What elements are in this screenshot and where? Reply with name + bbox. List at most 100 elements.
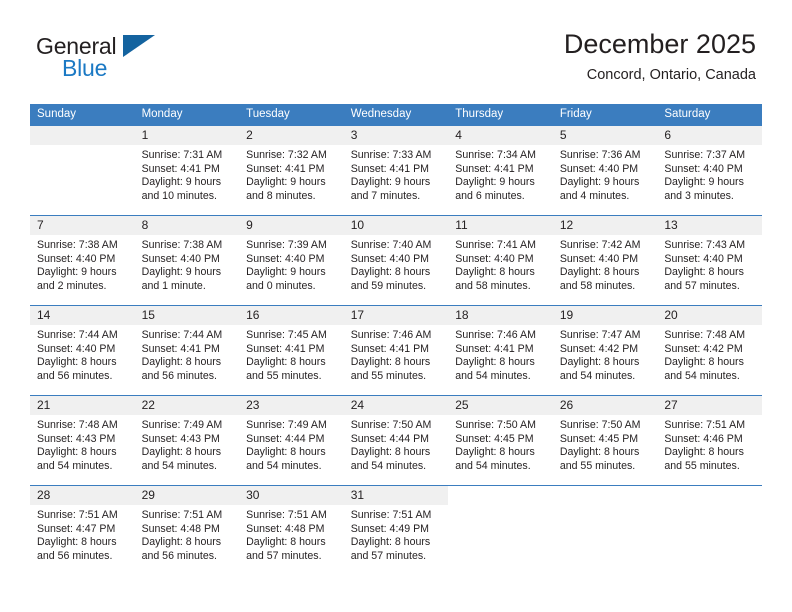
day-detail-line: Sunrise: 7:33 AM xyxy=(350,149,432,161)
page-header: General Blue December 2025 Concord, Onta… xyxy=(0,0,792,100)
calendar-day-cell[interactable]: 11 Sunrise: 7:41 AM Sunset: 4:40 PM Dayligh… xyxy=(448,216,553,305)
calendar-day-cell[interactable]: 16 Sunrise: 7:45 AM Sunset: 4:41 PM Dayligh… xyxy=(239,306,344,395)
calendar-day-cell[interactable]: 1 Sunrise: 7:31 AM Sunset: 4:41 PM Daylight… xyxy=(134,126,240,215)
day-detail-line: Sunset: 4:41 PM xyxy=(246,162,325,175)
calendar-empty-cell xyxy=(30,126,135,215)
day-detail-line: Daylight: 8 hours xyxy=(246,356,326,369)
calendar-day-cell[interactable]: 29 Sunrise: 7:51 AM Sunset: 4:48 PM Dayligh… xyxy=(134,486,240,575)
calendar-day-cell[interactable]: 3 Sunrise: 7:33 AM Sunset: 4:41 PM Daylight… xyxy=(343,126,449,215)
weekday-header-friday: Friday xyxy=(552,104,658,126)
calendar-day-cell[interactable]: 21 Sunrise: 7:48 AM Sunset: 4:43 PM Dayligh… xyxy=(30,396,135,485)
day-detail-line: Sunrise: 7:31 AM xyxy=(141,149,223,161)
calendar-day-cell[interactable]: 8 Sunrise: 7:38 AM Sunset: 4:40 PM Daylight… xyxy=(134,216,240,305)
day-detail-line: Daylight: 8 hours xyxy=(350,446,431,459)
calendar-day-cell[interactable]: 6 Sunrise: 7:37 AM Sunset: 4:40 PM Daylight… xyxy=(657,126,762,215)
calendar-day-cell[interactable]: 22 Sunrise: 7:49 AM Sunset: 4:43 PM Dayligh… xyxy=(134,396,240,485)
day-detail-line: Sunrise: 7:48 AM xyxy=(37,419,118,431)
calendar-day-cell[interactable]: 27 Sunrise: 7:51 AM Sunset: 4:46 PM Dayligh… xyxy=(657,396,762,485)
day-detail-line: Daylight: 8 hours xyxy=(37,356,117,369)
calendar-day-cell[interactable]: 13 Sunrise: 7:43 AM Sunset: 4:40 PM Dayligh… xyxy=(657,216,762,305)
day-detail-line: Sunset: 4:44 PM xyxy=(350,432,430,445)
day-detail-line: Sunrise: 7:42 AM xyxy=(559,239,641,251)
day-detail-line: Sunrise: 7:41 AM xyxy=(455,239,536,251)
brand-logo[interactable]: General Blue xyxy=(36,33,236,87)
calendar-day-cell[interactable]: 23 Sunrise: 7:49 AM Sunset: 4:44 PM Dayligh… xyxy=(239,396,344,485)
calendar-day-cell[interactable]: 19 Sunrise: 7:47 AM Sunset: 4:42 PM Dayligh… xyxy=(552,306,658,395)
day-detail-line: and 55 minutes. xyxy=(664,459,740,472)
calendar-day-cell[interactable]: 7 Sunrise: 7:38 AM Sunset: 4:40 PM Daylight… xyxy=(30,216,135,305)
calendar-day-cell[interactable]: 5 Sunrise: 7:36 AM Sunset: 4:40 PM Daylight… xyxy=(552,126,658,215)
day-detail-line: Daylight: 9 hours xyxy=(559,176,640,189)
day-detail-line: Daylight: 8 hours xyxy=(350,266,431,279)
day-number: 21 xyxy=(30,396,135,415)
day-details: Sunrise: 7:38 AM Sunset: 4:40 PM Daylight:… xyxy=(30,235,135,293)
day-details: Sunrise: 7:50 AM Sunset: 4:44 PM Daylight:… xyxy=(344,415,449,473)
day-detail-line: Daylight: 9 hours xyxy=(455,176,535,189)
day-detail-line: Sunrise: 7:51 AM xyxy=(141,509,223,521)
day-details: Sunrise: 7:48 AM Sunset: 4:42 PM Daylight:… xyxy=(657,325,762,383)
calendar-day-cell[interactable]: 25 Sunrise: 7:50 AM Sunset: 4:45 PM Dayligh… xyxy=(448,396,553,485)
calendar-day-cell[interactable]: 24 Sunrise: 7:50 AM Sunset: 4:44 PM Dayligh… xyxy=(343,396,449,485)
day-number: 12 xyxy=(552,216,658,235)
weekday-header-tuesday: Tuesday xyxy=(239,104,344,126)
day-detail-line: Sunset: 4:40 PM xyxy=(664,162,743,175)
calendar-day-cell[interactable]: 15 Sunrise: 7:44 AM Sunset: 4:41 PM Dayligh… xyxy=(134,306,240,395)
day-detail-line: Sunrise: 7:47 AM xyxy=(559,329,641,341)
day-detail-line: Daylight: 8 hours xyxy=(37,446,117,459)
day-detail-line: and 0 minutes. xyxy=(246,279,316,292)
day-detail-line: Sunset: 4:41 PM xyxy=(455,342,534,355)
calendar-day-cell[interactable]: 10 Sunrise: 7:40 AM Sunset: 4:40 PM Dayligh… xyxy=(343,216,449,305)
day-detail-line: and 8 minutes. xyxy=(246,189,316,202)
calendar-day-cell[interactable]: 14 Sunrise: 7:44 AM Sunset: 4:40 PM Dayligh… xyxy=(30,306,135,395)
day-detail-line: Daylight: 9 hours xyxy=(141,176,222,189)
day-detail-line: Sunrise: 7:45 AM xyxy=(246,329,327,341)
day-detail-line: Sunset: 4:43 PM xyxy=(37,432,116,445)
calendar-body: 1 Sunrise: 7:31 AM Sunset: 4:41 PM Daylight… xyxy=(30,125,762,575)
calendar-day-cell[interactable]: 4 Sunrise: 7:34 AM Sunset: 4:41 PM Daylight… xyxy=(448,126,553,215)
day-number: 15 xyxy=(134,306,240,325)
day-details: Sunrise: 7:51 AM Sunset: 4:47 PM Daylight:… xyxy=(30,505,135,563)
day-detail-line: Sunset: 4:41 PM xyxy=(455,162,534,175)
day-detail-line: and 4 minutes. xyxy=(559,189,630,202)
day-detail-line: Sunrise: 7:50 AM xyxy=(350,419,432,431)
calendar-day-cell[interactable]: 9 Sunrise: 7:39 AM Sunset: 4:40 PM Daylight… xyxy=(239,216,344,305)
calendar-week-row: 21 Sunrise: 7:48 AM Sunset: 4:43 PM Dayligh… xyxy=(30,395,762,486)
day-number: 27 xyxy=(657,396,762,415)
day-detail-line: and 57 minutes. xyxy=(350,549,427,562)
day-detail-line: Daylight: 8 hours xyxy=(246,446,326,459)
day-number: 16 xyxy=(239,306,344,325)
calendar-day-cell[interactable]: 30 Sunrise: 7:51 AM Sunset: 4:48 PM Dayligh… xyxy=(239,486,344,575)
day-detail-line: and 54 minutes. xyxy=(141,459,217,472)
day-details: Sunrise: 7:51 AM Sunset: 4:48 PM Daylight:… xyxy=(135,505,240,563)
day-details: Sunrise: 7:37 AM Sunset: 4:40 PM Daylight:… xyxy=(657,145,762,203)
day-detail-line: Sunrise: 7:49 AM xyxy=(141,419,223,431)
day-detail-line: Daylight: 9 hours xyxy=(37,266,117,279)
day-number: 28 xyxy=(30,486,135,505)
day-detail-line: Sunrise: 7:38 AM xyxy=(37,239,118,251)
calendar-day-cell[interactable]: 31 Sunrise: 7:51 AM Sunset: 4:49 PM Dayligh… xyxy=(343,486,449,575)
day-detail-line: Sunset: 4:40 PM xyxy=(350,252,430,265)
day-number: 31 xyxy=(343,486,449,505)
day-detail-line: and 54 minutes. xyxy=(559,369,636,382)
day-detail-line: and 59 minutes. xyxy=(350,279,427,292)
calendar-day-cell[interactable]: 2 Sunrise: 7:32 AM Sunset: 4:41 PM Daylight… xyxy=(239,126,344,215)
calendar-day-cell[interactable]: 17 Sunrise: 7:46 AM Sunset: 4:41 PM Dayligh… xyxy=(343,306,449,395)
day-details: Sunrise: 7:45 AM Sunset: 4:41 PM Daylight:… xyxy=(239,325,344,383)
day-detail-line: Daylight: 8 hours xyxy=(455,266,535,279)
day-detail-line: Daylight: 8 hours xyxy=(664,266,744,279)
day-number xyxy=(552,486,658,505)
day-details: Sunrise: 7:48 AM Sunset: 4:43 PM Daylight:… xyxy=(30,415,135,473)
day-detail-line: Daylight: 8 hours xyxy=(141,536,222,549)
day-detail-line: Sunrise: 7:50 AM xyxy=(559,419,641,431)
day-detail-line: Sunset: 4:42 PM xyxy=(559,342,639,355)
day-detail-line: Sunrise: 7:36 AM xyxy=(559,149,641,161)
calendar-day-cell[interactable]: 26 Sunrise: 7:50 AM Sunset: 4:45 PM Dayligh… xyxy=(552,396,658,485)
calendar-day-cell[interactable]: 20 Sunrise: 7:48 AM Sunset: 4:42 PM Dayligh… xyxy=(657,306,762,395)
day-detail-line: Sunrise: 7:37 AM xyxy=(664,149,746,161)
calendar-day-cell[interactable]: 18 Sunrise: 7:46 AM Sunset: 4:41 PM Dayligh… xyxy=(448,306,553,395)
calendar-day-cell[interactable]: 12 Sunrise: 7:42 AM Sunset: 4:40 PM Dayligh… xyxy=(552,216,658,305)
calendar-week-row: 7 Sunrise: 7:38 AM Sunset: 4:40 PM Daylight… xyxy=(30,215,762,306)
calendar-day-cell[interactable]: 28 Sunrise: 7:51 AM Sunset: 4:47 PM Dayligh… xyxy=(30,486,135,575)
day-number: 19 xyxy=(552,306,658,325)
weekday-header-saturday: Saturday xyxy=(657,104,762,126)
